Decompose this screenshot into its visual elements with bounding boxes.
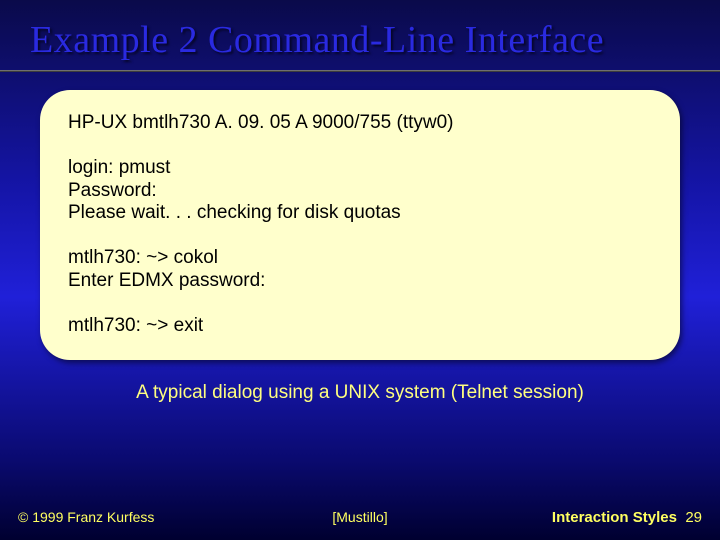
footer-pagenum: 29 bbox=[685, 509, 702, 526]
footer-section: Interaction Styles bbox=[552, 509, 677, 526]
spacer bbox=[68, 135, 652, 157]
terminal-line: mtlh730: ~> cokol bbox=[68, 247, 652, 270]
footer-source: [Mustillo] bbox=[332, 509, 387, 525]
terminal-line: mtlh730: ~> exit bbox=[68, 315, 652, 338]
terminal-line: Please wait. . . checking for disk quota… bbox=[68, 202, 652, 225]
title-underline bbox=[0, 70, 720, 72]
footer: © 1999 Franz Kurfess [Mustillo] Interact… bbox=[0, 509, 720, 526]
terminal-line: Password: bbox=[68, 180, 652, 203]
terminal-box: HP-UX bmtlh730 A. 09. 05 A 9000/755 (tty… bbox=[40, 90, 680, 360]
terminal-line: login: pmust bbox=[68, 157, 652, 180]
spacer bbox=[68, 225, 652, 247]
spacer bbox=[68, 293, 652, 315]
slide: Example 2 Command-Line Interface HP-UX b… bbox=[0, 0, 720, 540]
footer-page: Interaction Styles 29 bbox=[552, 509, 702, 526]
footer-copyright: © 1999 Franz Kurfess bbox=[18, 509, 154, 525]
terminal-line: Enter EDMX password: bbox=[68, 270, 652, 293]
slide-caption: A typical dialog using a UNIX system (Te… bbox=[0, 382, 720, 404]
terminal-line: HP-UX bmtlh730 A. 09. 05 A 9000/755 (tty… bbox=[68, 112, 652, 135]
slide-title: Example 2 Command-Line Interface bbox=[0, 0, 720, 70]
